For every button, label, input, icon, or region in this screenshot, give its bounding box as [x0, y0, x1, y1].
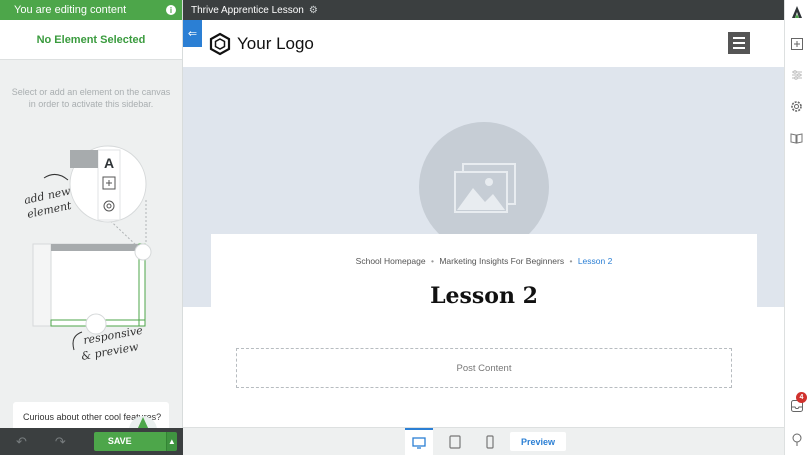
editor-canvas[interactable]: ⇐ Your Logo School Homepage • Marketing … — [183, 20, 784, 427]
desktop-icon — [412, 437, 426, 449]
selected-element-title: No Element Selected — [0, 20, 182, 60]
device-preview-bar: Preview — [183, 427, 784, 455]
svg-text:A: A — [104, 155, 114, 171]
editing-status-bar: You are editing content i — [0, 0, 182, 20]
breadcrumb-item[interactable]: School Homepage — [356, 256, 426, 266]
info-icon[interactable]: i — [166, 5, 176, 15]
add-element-icon[interactable] — [785, 32, 807, 56]
editing-label: You are editing content — [14, 4, 127, 16]
breadcrumb: School Homepage • Marketing Insights For… — [211, 256, 757, 266]
tablet-view-button[interactable] — [441, 428, 469, 455]
undo-icon[interactable]: ↶ — [16, 434, 27, 450]
breadcrumb-separator: • — [569, 256, 573, 266]
post-content-placeholder[interactable]: Post Content — [236, 348, 732, 388]
tablet-icon — [449, 435, 461, 449]
preview-button[interactable]: Preview — [510, 432, 566, 451]
lesson-title[interactable]: Lesson 2 — [211, 283, 757, 309]
logo-hexagon-icon — [209, 32, 231, 55]
image-placeholder[interactable] — [419, 122, 549, 252]
site-header[interactable]: Your Logo — [183, 20, 784, 67]
save-work-button[interactable]: SAVE WORK — [93, 432, 166, 451]
lesson-content-card[interactable]: School Homepage • Marketing Insights For… — [211, 234, 757, 427]
thrive-logo-icon[interactable] — [785, 0, 807, 24]
save-options-caret-icon[interactable]: ▲ — [165, 432, 177, 451]
sidebar-footer: ↶ ↷ SAVE WORK ▲ — [0, 428, 183, 455]
help-icon[interactable] — [785, 428, 807, 452]
right-toolbar: 4 — [784, 0, 807, 455]
editor-app: You are editing content i No Element Sel… — [0, 0, 807, 455]
feature-promo-card[interactable]: Curious about other cool features? — [13, 402, 169, 430]
desktop-view-button[interactable] — [405, 428, 433, 455]
image-placeholder-icon — [454, 163, 516, 213]
notifications-button[interactable]: 4 — [785, 392, 807, 418]
sliders-icon[interactable] — [785, 63, 807, 87]
notification-count-badge: 4 — [796, 392, 807, 403]
sidebar-illustration: A add new element responsive & preview — [23, 145, 152, 363]
mobile-icon — [486, 435, 494, 449]
mobile-view-button[interactable] — [476, 428, 504, 455]
top-bar: Thrive Apprentice Lesson ⚙ — [183, 0, 784, 20]
left-sidebar: You are editing content i No Element Sel… — [0, 0, 183, 455]
menu-hamburger-icon[interactable] — [728, 32, 750, 54]
settings-gear-icon[interactable] — [785, 94, 807, 118]
breadcrumb-current: Lesson 2 — [577, 256, 613, 266]
page-settings-gear-icon[interactable]: ⚙ — [309, 5, 318, 16]
breadcrumb-item[interactable]: Marketing Insights For Beginners — [439, 256, 564, 266]
sidebar-hint: Select or add an element on the canvas i… — [11, 87, 171, 109]
breadcrumb-separator: • — [430, 256, 434, 266]
logo-text: Your Logo — [237, 33, 314, 53]
page-title: Thrive Apprentice Lesson — [191, 4, 304, 16]
redo-icon[interactable]: ↷ — [55, 434, 66, 450]
book-icon[interactable] — [785, 126, 807, 150]
